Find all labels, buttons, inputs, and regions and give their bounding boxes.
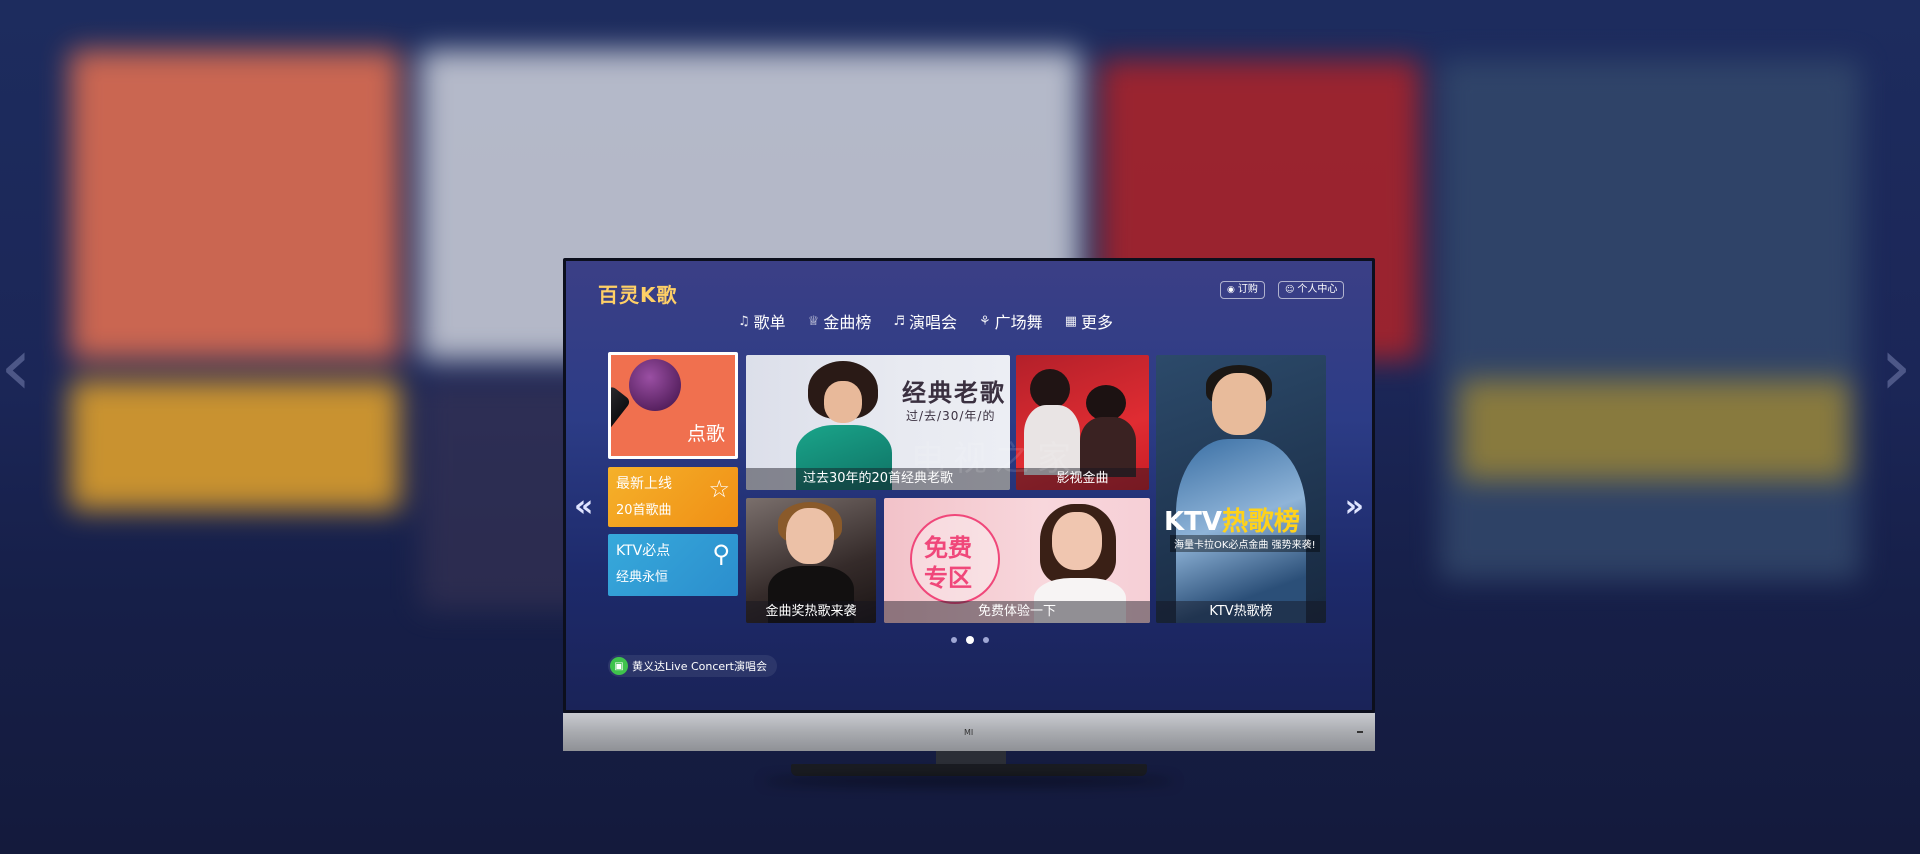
- carousel-prev-button[interactable]: «: [574, 489, 593, 524]
- bg-tile-orange: [70, 50, 400, 360]
- app-logo: 百灵K歌: [598, 283, 678, 307]
- bg-tile-ktv-title: [1460, 380, 1850, 480]
- nav-item-playlist[interactable]: ♫ 歌单: [738, 309, 786, 333]
- nav-label: 更多: [1080, 313, 1113, 332]
- subscribe-label: 订购: [1237, 284, 1258, 295]
- singer-face: [1212, 373, 1266, 435]
- music-note-icon: ♫: [738, 313, 750, 329]
- tile-subtitle: 过/去/30/年/的: [906, 409, 996, 423]
- tile-ktv-must-sing[interactable]: KTV必点 经典永恒 ⚲: [608, 534, 738, 596]
- tile-title: KTV热歌榜: [1164, 501, 1300, 538]
- karaoke-app: 百灵K歌 ◉ 订购 ☺ 个人中心 ♫ 歌单 ♕ 金曲榜 ♬ 演唱会 ⚘ 广场舞 …: [566, 261, 1372, 710]
- mic-handle: [611, 385, 632, 456]
- tv-icon: ▣: [610, 657, 628, 675]
- figure-head: [1086, 385, 1126, 421]
- tile-line1: 最新上线: [616, 476, 672, 492]
- tile-line2: 20首歌曲: [616, 503, 672, 518]
- profile-label: 个人中心: [1297, 284, 1338, 295]
- coin-icon: ◉: [1227, 285, 1235, 295]
- model-face: [1052, 512, 1102, 570]
- carousel-dot[interactable]: [983, 637, 989, 643]
- tv-screen: 百灵K歌 ◉ 订购 ☺ 个人中心 ♫ 歌单 ♕ 金曲榜 ♬ 演唱会 ⚘ 广场舞 …: [563, 258, 1375, 713]
- tile-new-releases[interactable]: 最新上线 20首歌曲 ☆: [608, 467, 738, 527]
- nav-item-more[interactable]: ▦ 更多: [1065, 309, 1113, 333]
- tile-caption: KTV热歌榜: [1156, 601, 1326, 623]
- concert-label: 黄义达Live Concert演唱会: [632, 660, 767, 673]
- main-nav: ♫ 歌单 ♕ 金曲榜 ♬ 演唱会 ⚘ 广场舞 ▦ 更多: [738, 309, 1113, 333]
- carousel-next-button[interactable]: »: [1345, 489, 1364, 524]
- bg-right-arrow-icon: ›: [1880, 320, 1912, 413]
- microphone-icon: ⚲: [712, 540, 730, 568]
- tile-label: 点歌: [686, 423, 725, 445]
- microphone-icon: [629, 359, 681, 411]
- watermark: 电视之家: [911, 439, 1079, 479]
- tv-set: 百灵K歌 ◉ 订购 ☺ 个人中心 ♫ 歌单 ♕ 金曲榜 ♬ 演唱会 ⚘ 广场舞 …: [563, 258, 1375, 786]
- tile-free-zone[interactable]: 免费 专区 免费体验一下: [884, 498, 1150, 623]
- tile-song-request[interactable]: 点歌: [608, 352, 738, 459]
- tile-subtitle: 海量卡拉OK必点金曲 强势来袭!: [1170, 535, 1320, 552]
- tv-stand-neck: [936, 751, 1006, 765]
- bg-left-arrow-icon: ‹: [0, 320, 32, 413]
- profile-button[interactable]: ☺ 个人中心: [1278, 281, 1345, 299]
- carousel-dot[interactable]: [951, 637, 957, 643]
- tile-golden-melody[interactable]: 金曲奖热歌来袭: [746, 498, 876, 623]
- figure-head: [1030, 369, 1070, 409]
- nav-label: 歌单: [753, 313, 786, 332]
- tile-line1: KTV必点: [616, 543, 671, 559]
- bg-tile-yellow: [70, 380, 400, 510]
- nav-label: 金曲榜: [823, 313, 872, 332]
- carousel-indicator: [951, 636, 989, 644]
- tv-shadow: [763, 776, 1175, 786]
- tv-stand-base: [791, 764, 1147, 776]
- ktv-title-a: KTV: [1164, 507, 1223, 537]
- nav-item-dance[interactable]: ⚘ 广场舞: [979, 309, 1043, 333]
- nav-item-concert[interactable]: ♬ 演唱会: [893, 309, 957, 333]
- grid-icon: ▦: [1064, 313, 1077, 329]
- tile-caption: 金曲奖热歌来袭: [746, 601, 876, 623]
- free-line2: 专区: [924, 564, 972, 592]
- dance-icon: ⚘: [979, 313, 991, 329]
- nav-item-charts[interactable]: ♕ 金曲榜: [808, 309, 872, 333]
- bg-tile-ktv: [1440, 60, 1860, 580]
- tile-caption: 免费体验一下: [884, 601, 1150, 623]
- nav-label: 广场舞: [994, 313, 1043, 332]
- concert-ticker[interactable]: ▣ 黄义达Live Concert演唱会: [608, 655, 777, 677]
- tv-brand-logo: MI: [964, 728, 974, 737]
- concert-icon: ♬: [893, 313, 905, 329]
- star-icon: ☆: [708, 475, 730, 503]
- carousel-dot-active[interactable]: [966, 636, 974, 644]
- nav-label: 演唱会: [909, 313, 958, 332]
- tile-title: 经典老歌: [902, 379, 1006, 407]
- tv-power-led: [1357, 731, 1363, 733]
- trophy-icon: ♕: [807, 313, 820, 329]
- tile-line2: 经典永恒: [616, 570, 669, 585]
- subscribe-button[interactable]: ◉ 订购: [1220, 281, 1265, 299]
- ktv-title-b: 热歌榜: [1222, 507, 1301, 537]
- tile-ktv-hot-chart[interactable]: KTV热歌榜 海量卡拉OK必点金曲 强势来袭! KTV热歌榜: [1156, 355, 1326, 623]
- user-icon: ☺: [1285, 285, 1295, 295]
- singer-face: [824, 381, 862, 423]
- singer-face: [786, 508, 834, 564]
